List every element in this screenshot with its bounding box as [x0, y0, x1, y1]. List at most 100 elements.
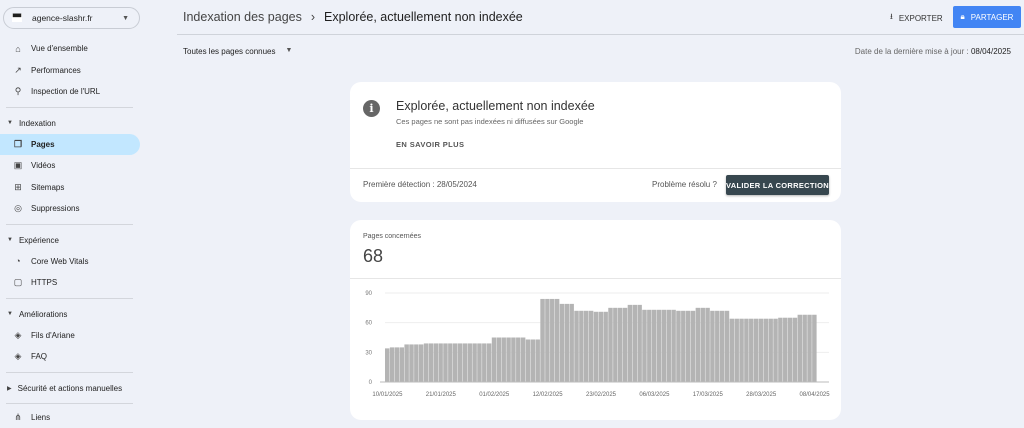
export-button[interactable]: ⭳ EXPORTER — [890, 11, 943, 25]
sidebar-item-fils-d-ariane[interactable]: ◈ Fils d'Ariane — [0, 325, 140, 346]
bar — [433, 343, 438, 382]
issue-description: Ces pages ne sont pas indexées ni diffus… — [396, 117, 584, 126]
bar — [695, 307, 701, 382]
y-tick-label: 90 — [365, 291, 372, 297]
bar — [462, 343, 468, 382]
learn-more-link[interactable]: EN SAVOIR PLUS — [396, 140, 464, 149]
bar — [385, 348, 390, 382]
bar — [482, 343, 487, 382]
trending-icon: ↗ — [14, 64, 22, 75]
bar — [710, 310, 715, 382]
bar — [671, 309, 676, 382]
bar — [409, 344, 414, 382]
bar — [758, 318, 764, 382]
sidebar-item-liens[interactable]: ⋔ Liens — [0, 407, 140, 428]
bar — [511, 337, 516, 382]
sidebar-item-label: Fils d'Ariane — [31, 330, 75, 340]
first-detected: Première détection : 28/05/2024 — [363, 180, 477, 189]
gauge-icon: ◔ — [15, 256, 21, 266]
sidebar-divider — [6, 106, 133, 108]
sidebar-divider — [6, 297, 133, 299]
bar — [622, 307, 628, 382]
bar — [608, 307, 613, 382]
sidebar-item-vue-d-ensemble[interactable]: ⌂ Vue d'ensemble — [0, 38, 140, 59]
bar — [617, 307, 623, 382]
bar — [574, 310, 579, 382]
sidebar-divider — [6, 371, 133, 373]
property-selector[interactable]: ▀▀ agence-slashr.fr ▼ — [3, 7, 140, 29]
bar — [647, 309, 652, 382]
bar — [506, 337, 511, 382]
bar — [792, 317, 798, 382]
sidebar-item-performances[interactable]: ↗ Performances — [0, 60, 140, 81]
bar — [423, 343, 429, 382]
bar — [797, 314, 803, 382]
sidebar-item-inspection-de-l-url[interactable]: ⚲ Inspection de l'URL — [0, 81, 140, 102]
issue-title: Explorée, actuellement non indexée — [396, 99, 595, 113]
bar — [724, 310, 730, 382]
bar — [584, 310, 589, 382]
bar — [681, 310, 686, 382]
sidebar-item-vid-os[interactable]: ▣ Vidéos — [0, 155, 140, 176]
issue-card: i Explorée, actuellement non indexée Ces… — [350, 82, 841, 202]
layers-icon: ◈ — [14, 351, 22, 361]
bar — [477, 343, 482, 382]
sidebar-section-toggle[interactable]: ▶ Sécurité et actions manuelles — [7, 384, 122, 393]
sidebar-section-toggle[interactable]: ▼ Indexation — [7, 119, 56, 128]
home-icon: ⌂ — [15, 43, 21, 54]
bar — [690, 310, 696, 382]
x-tick-label: 10/01/2025 — [372, 392, 403, 398]
sidebar-item-core-web-vitals[interactable]: ◔ Core Web Vitals — [0, 251, 140, 272]
bar — [472, 343, 477, 382]
sidebar-divider — [6, 223, 133, 225]
validate-fix-button[interactable]: VALIDER LA CORRECTION — [726, 175, 829, 195]
bar — [603, 311, 608, 382]
pages-filter-dropdown[interactable]: Toutes les pages connues ▼ — [183, 47, 292, 56]
export-label: EXPORTER — [898, 13, 943, 23]
sidebar: ▀▀ agence-slashr.fr ▼ ⌂ Vue d'ensemble ↗ Pe… — [0, 0, 150, 422]
bar — [520, 337, 526, 382]
bar — [666, 309, 671, 382]
y-tick-label: 30 — [365, 350, 372, 356]
bar — [545, 298, 550, 382]
sidebar-section-toggle[interactable]: ▼ Améliorations — [7, 310, 67, 319]
share-button[interactable]: 🔒︎ PARTAGER — [953, 6, 1021, 28]
bar — [491, 337, 497, 382]
sidebar-item-pages[interactable]: ❐ Pages — [0, 133, 140, 155]
x-tick-label: 21/01/2025 — [426, 392, 457, 398]
sidebar-item-label: HTTPS — [31, 278, 58, 287]
sidebar-section-toggle[interactable]: ▼ Expérience — [7, 236, 59, 245]
sidebar-item-faq[interactable]: ◈ FAQ — [0, 346, 140, 367]
sidebar-item-label: Vue d'ensemble — [31, 44, 88, 53]
bar — [632, 304, 638, 382]
solved-question: Problème résolu ? — [652, 180, 717, 189]
bar — [452, 343, 458, 382]
sidebar-item-sitemaps[interactable]: ⊞ Sitemaps — [0, 177, 140, 198]
bar — [807, 314, 812, 382]
x-tick-label: 23/02/2025 — [586, 392, 617, 398]
bar — [467, 343, 472, 382]
bar — [613, 307, 618, 382]
bar — [812, 314, 817, 382]
download-icon: ⭳ — [890, 12, 893, 21]
bar — [554, 298, 560, 382]
breadcrumb-parent[interactable]: Indexation des pages — [183, 10, 302, 24]
pages-bar-chart: 0 30 60 90 10/01/2025 21/01/2025 01/02/2025 12/… — [365, 291, 831, 398]
links-icon: ⋔ — [14, 411, 22, 422]
x-tick-label: 08/04/2025 — [800, 392, 831, 398]
pages-chart-card: Pages concernées 68 0 30 60 90 10/01/2025 21/… — [350, 220, 841, 420]
bar — [516, 337, 521, 382]
x-tick-label: 28/03/2025 — [746, 392, 777, 398]
sidebar-item-label: Vidéos — [31, 161, 56, 170]
bar — [627, 304, 633, 382]
bar — [501, 337, 506, 382]
sidebar-item-https[interactable]: ▢ HTTPS — [0, 272, 140, 293]
bar — [773, 318, 778, 382]
sidebar-item-label: Pages — [31, 139, 55, 149]
sidebar-item-suppressions[interactable]: ◎ Suppressions — [0, 198, 140, 219]
layers-icon: ◈ — [14, 329, 22, 340]
property-name: agence-slashr.fr — [32, 13, 93, 23]
bar — [637, 304, 642, 382]
last-update: Date de la dernière mise à jour : 08/04/… — [855, 47, 1011, 56]
bar — [530, 339, 536, 382]
